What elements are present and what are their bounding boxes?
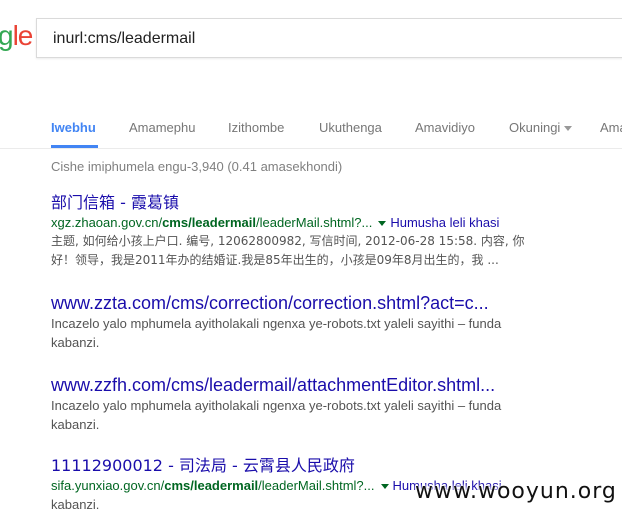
tab-shopping[interactable]: Ukuthenga <box>319 120 382 135</box>
search-input[interactable]: inurl:cms/leadermail <box>36 18 622 58</box>
result-snippet-line: 好！领导，我是2011年办的结婚证.我是85年出生的，小孩是09年8月出生的，我… <box>51 253 499 267</box>
translate-page-link[interactable]: Humusha leli khasi <box>390 215 499 230</box>
result-title-link[interactable]: 部门信箱 - 霞葛镇 <box>51 192 622 214</box>
watermark-text: www.wooyun.org <box>415 479 617 504</box>
tab-web[interactable]: Iwebhu <box>51 120 96 135</box>
result-url-suffix: /leaderMail.shtml?... <box>256 215 373 230</box>
google-logo[interactable]: gle <box>0 16 34 56</box>
result-snippet: Incazelo yalo mphumela ayitholakali ngen… <box>51 314 551 352</box>
result-snippet: Incazelo yalo mphumela ayitholakali ngen… <box>51 396 551 434</box>
tab-more-label: Okuningi <box>509 120 561 135</box>
result-snippet-line: Incazelo yalo mphumela ayitholakali ngen… <box>51 398 502 413</box>
tab-extra[interactable]: Ama <box>600 120 622 135</box>
tab-more[interactable]: Okuningi <box>509 120 573 135</box>
chevron-down-icon <box>564 126 573 132</box>
result-snippet-line: 主题, 如何给小孩上户口. 编号, 12062800982, 写信时间, 201… <box>51 234 525 248</box>
search-header: gle inurl:cms/leadermail <box>0 0 622 80</box>
result-url-bold: cms/leadermail <box>164 478 259 493</box>
logo-letters-le: le <box>12 20 34 51</box>
result-title-link[interactable]: www.zzta.com/cms/correction/correction.s… <box>51 292 622 314</box>
result-url-prefix: sifa.yunxiao.gov.cn/ <box>51 478 165 493</box>
result-url-suffix: /leaderMail.shtml?... <box>258 478 375 493</box>
search-query-text[interactable]: inurl:cms/leadermail <box>53 30 195 48</box>
logo-letter-g: g <box>0 20 14 51</box>
result-title-link[interactable]: 11112900012 - 司法局 - 云霄县人民政府 <box>51 455 622 477</box>
search-result: www.zzfh.com/cms/leadermail/attachmentEd… <box>51 374 622 434</box>
result-snippet: 主题, 如何给小孩上户口. 编号, 12062800982, 写信时间, 201… <box>51 232 551 270</box>
result-snippet-line: kabanzi. <box>51 335 100 350</box>
result-title-link[interactable]: www.zzfh.com/cms/leadermail/attachmentEd… <box>51 374 622 396</box>
result-snippet-line: kabanzi. <box>51 417 100 432</box>
result-url: xgz.zhaoan.gov.cn/cms/leadermail/leaderM… <box>51 214 622 232</box>
tab-maps[interactable]: Amamephu <box>129 120 195 135</box>
result-url-bold: cms/leadermail <box>162 215 257 230</box>
url-menu-caret-icon[interactable] <box>378 221 387 227</box>
tab-videos[interactable]: Amavidiyo <box>415 120 475 135</box>
search-result: www.zzta.com/cms/correction/correction.s… <box>51 292 622 352</box>
tab-images[interactable]: Izithombe <box>228 120 284 135</box>
url-menu-caret-icon[interactable] <box>380 484 389 490</box>
search-tabs: Iwebhu Amamephu Izithombe Ukuthenga Amav… <box>0 110 622 149</box>
search-result: 部门信箱 - 霞葛镇 xgz.zhaoan.gov.cn/cms/leaderm… <box>51 192 622 270</box>
result-snippet-line: Incazelo yalo mphumela ayitholakali ngen… <box>51 316 502 331</box>
result-stats: Cishe imiphumela engu-3,940 (0.41 amasek… <box>51 159 343 174</box>
active-tab-indicator <box>51 145 98 148</box>
result-url-prefix: xgz.zhaoan.gov.cn/ <box>51 215 163 230</box>
